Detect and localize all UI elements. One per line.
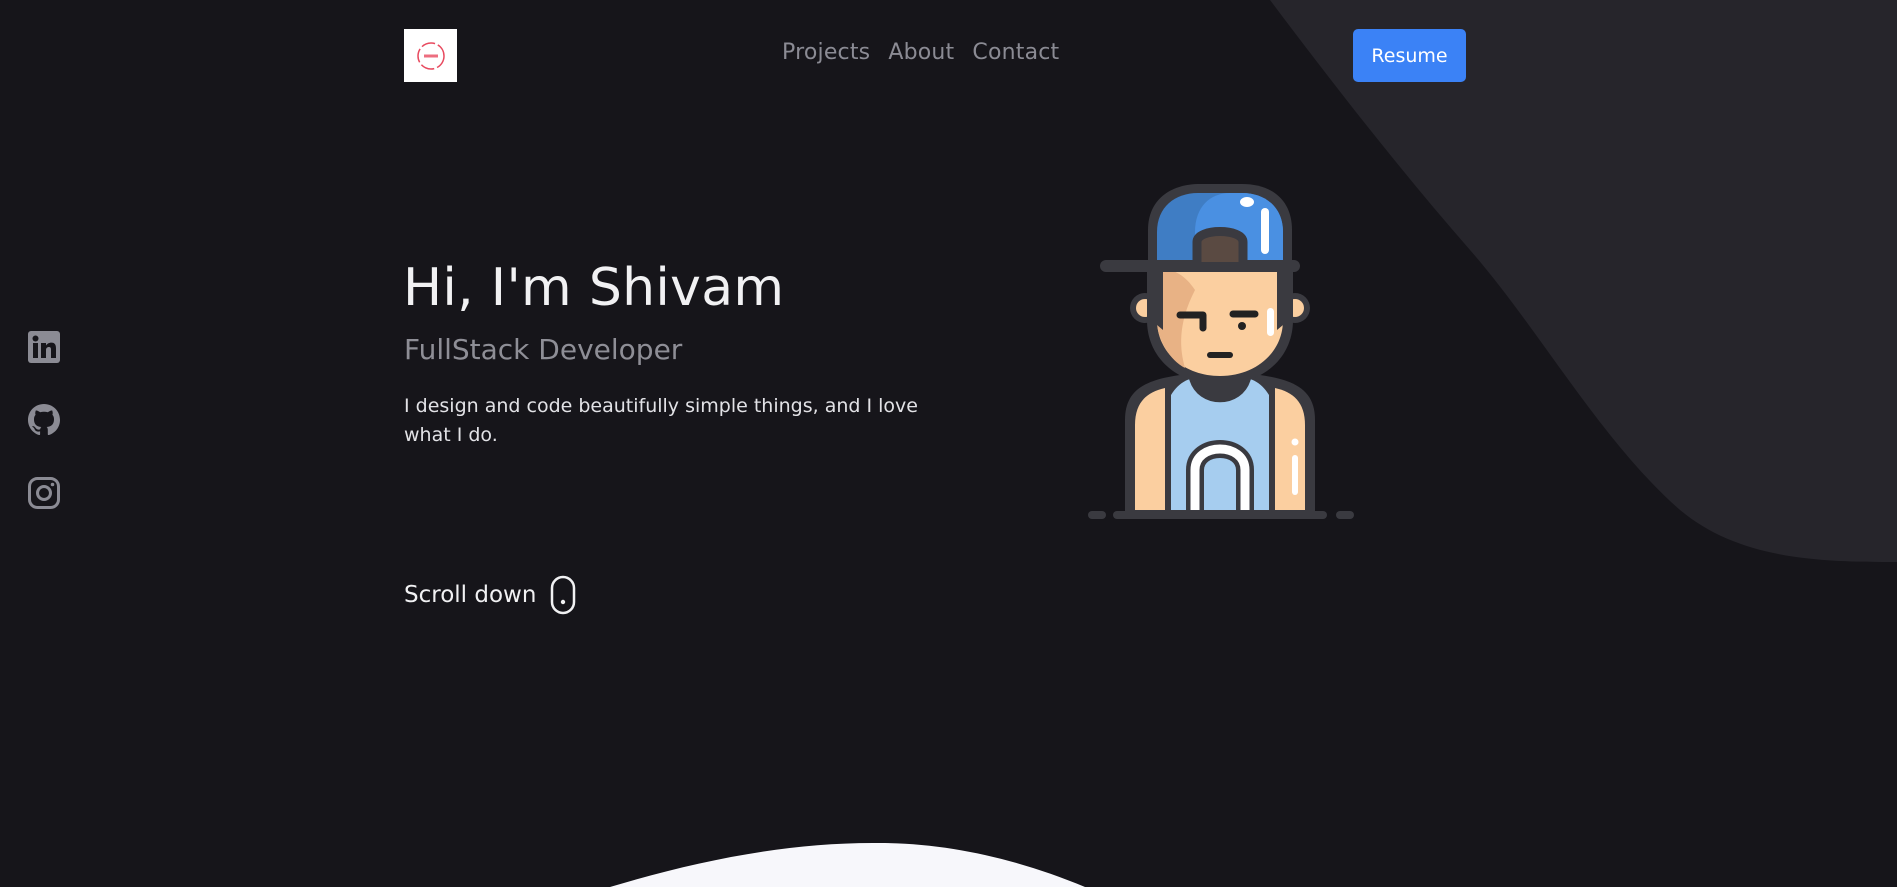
resume-button[interactable]: Resume — [1353, 29, 1466, 82]
linkedin-icon[interactable] — [27, 330, 61, 364]
hero-description: I design and code beautifully simple thi… — [404, 395, 918, 446]
nav-link-about[interactable]: About — [888, 40, 954, 65]
avatar-illustration — [1088, 184, 1354, 519]
logo-icon — [416, 41, 445, 70]
page: Projects About Contact Resume Hi, I'm Sh… — [0, 0, 1897, 887]
social-links — [27, 330, 61, 510]
top-right-shape — [1270, 0, 1897, 562]
scroll-down-link[interactable]: Scroll down — [404, 575, 576, 615]
instagram-icon[interactable] — [27, 476, 61, 510]
mouse-icon — [551, 575, 576, 615]
github-icon[interactable] — [27, 403, 61, 437]
background-shapes — [610, 0, 1897, 887]
logo[interactable] — [404, 29, 457, 82]
nav-link-contact[interactable]: Contact — [972, 40, 1059, 65]
hero-title: Hi, I'm Shivam — [403, 258, 785, 318]
bottom-wave — [610, 842, 1085, 887]
scroll-down-label: Scroll down — [404, 582, 537, 608]
main-nav: Projects About Contact — [782, 40, 1059, 65]
nav-link-projects[interactable]: Projects — [782, 40, 870, 65]
hero-subtitle: FullStack Developer — [404, 333, 683, 366]
